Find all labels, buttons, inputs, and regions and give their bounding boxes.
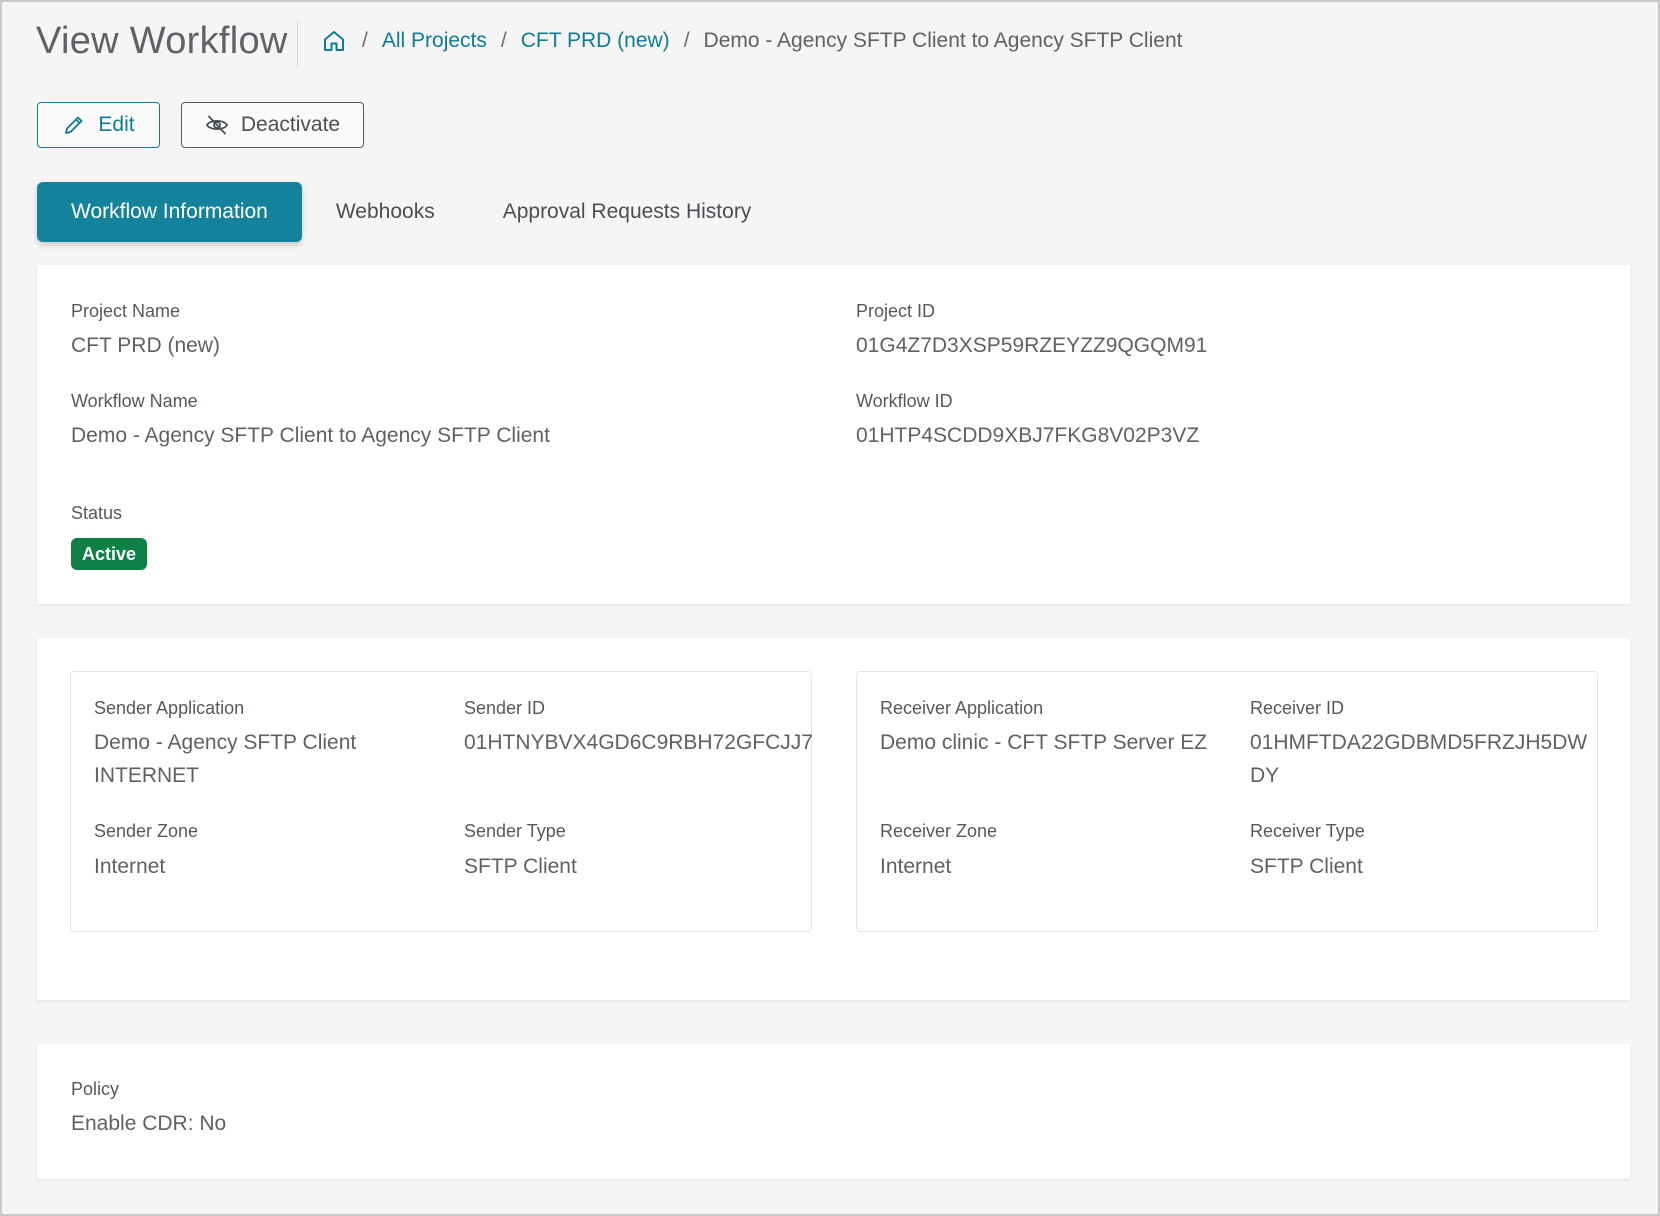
eye-off-icon	[205, 113, 229, 137]
receiver-zone-value: Internet	[880, 855, 952, 878]
receiver-zone-label: Receiver Zone	[880, 821, 998, 841]
receiver-application-label: Receiver Application	[880, 698, 1044, 718]
page-title: View Workflow	[36, 20, 288, 62]
receiver-application-value: Demo clinic - CFT SFTP Server EZ	[880, 731, 1208, 754]
workflow-name-value: Demo - Agency SFTP Client to Agency SFTP…	[71, 424, 550, 447]
receiver-type-label: Receiver Type	[1250, 821, 1365, 841]
title-divider	[297, 22, 298, 68]
sender-application-zone-value: INTERNET	[94, 764, 199, 787]
edit-button[interactable]: Edit	[37, 102, 160, 148]
receiver-type-value: SFTP Client	[1250, 855, 1363, 878]
project-name-value: CFT PRD (new)	[71, 334, 220, 357]
breadcrumb-separator: /	[683, 29, 690, 52]
tab-workflow-information[interactable]: Workflow Information	[37, 182, 302, 242]
breadcrumb-separator: /	[362, 29, 368, 52]
home-icon[interactable]	[322, 28, 348, 54]
policy-label: Policy	[71, 1079, 120, 1099]
breadcrumb: / All Projects / CFT PRD (new) / Demo - …	[322, 28, 1182, 54]
breadcrumb-project[interactable]: CFT PRD (new)	[521, 29, 670, 53]
sender-type-value: SFTP Client	[464, 855, 577, 878]
tab-approval-requests-history[interactable]: Approval Requests History	[469, 182, 786, 242]
project-id-label: Project ID	[856, 301, 936, 321]
receiver-id-value: 01HMFTDA22GDBMD5FRZJH5DW	[1250, 731, 1588, 754]
breadcrumb-all-projects[interactable]: All Projects	[382, 29, 487, 53]
workflow-id-value: 01HTP4SCDD9XBJ7FKG8V02P3VZ	[856, 424, 1200, 447]
receiver-panel: Receiver Application Demo clinic - CFT S…	[856, 671, 1598, 932]
edit-button-label: Edit	[98, 113, 135, 136]
breadcrumb-current: Demo - Agency SFTP Client to Agency SFTP…	[703, 29, 1183, 52]
status-label: Status	[71, 503, 123, 523]
policy-value: Enable CDR: No	[71, 1112, 227, 1135]
tab-bar: Workflow Information Webhooks Approval R…	[37, 182, 785, 242]
pencil-icon	[62, 113, 86, 137]
endpoints-card: Sender Application Demo - Agency SFTP Cl…	[37, 638, 1630, 1000]
breadcrumb-separator: /	[500, 29, 507, 52]
policy-card: Policy Enable CDR: No	[37, 1044, 1630, 1179]
receiver-id-value-continued: DY	[1250, 764, 1280, 787]
tab-webhooks[interactable]: Webhooks	[302, 182, 469, 242]
sender-id-label: Sender ID	[464, 698, 546, 718]
workflow-info-card: Project Name CFT PRD (new) Project ID 01…	[37, 265, 1630, 604]
workflow-id-label: Workflow ID	[856, 391, 953, 411]
project-name-label: Project Name	[71, 301, 181, 321]
sender-panel: Sender Application Demo - Agency SFTP Cl…	[70, 671, 813, 932]
workflow-name-label: Workflow Name	[71, 391, 198, 411]
sender-zone-label: Sender Zone	[94, 821, 199, 841]
receiver-id-label: Receiver ID	[1250, 698, 1345, 718]
sender-application-value: Demo - Agency SFTP Client	[94, 731, 357, 754]
deactivate-button[interactable]: Deactivate	[181, 102, 364, 148]
sender-application-label: Sender Application	[94, 698, 245, 718]
deactivate-button-label: Deactivate	[240, 113, 341, 136]
sender-zone-value: Internet	[94, 855, 166, 878]
project-id-value: 01G4Z7D3XSP59RZEYZZ9QGQM91	[856, 334, 1208, 357]
app-frame: View Workflow / All Projects / CFT PRD (…	[0, 0, 1660, 1216]
sender-id-value: 01HTNYBVX4GD6C9RBH72GFCJJ7	[464, 731, 813, 754]
status-badge: Active	[71, 538, 148, 570]
sender-type-label: Sender Type	[464, 821, 566, 841]
